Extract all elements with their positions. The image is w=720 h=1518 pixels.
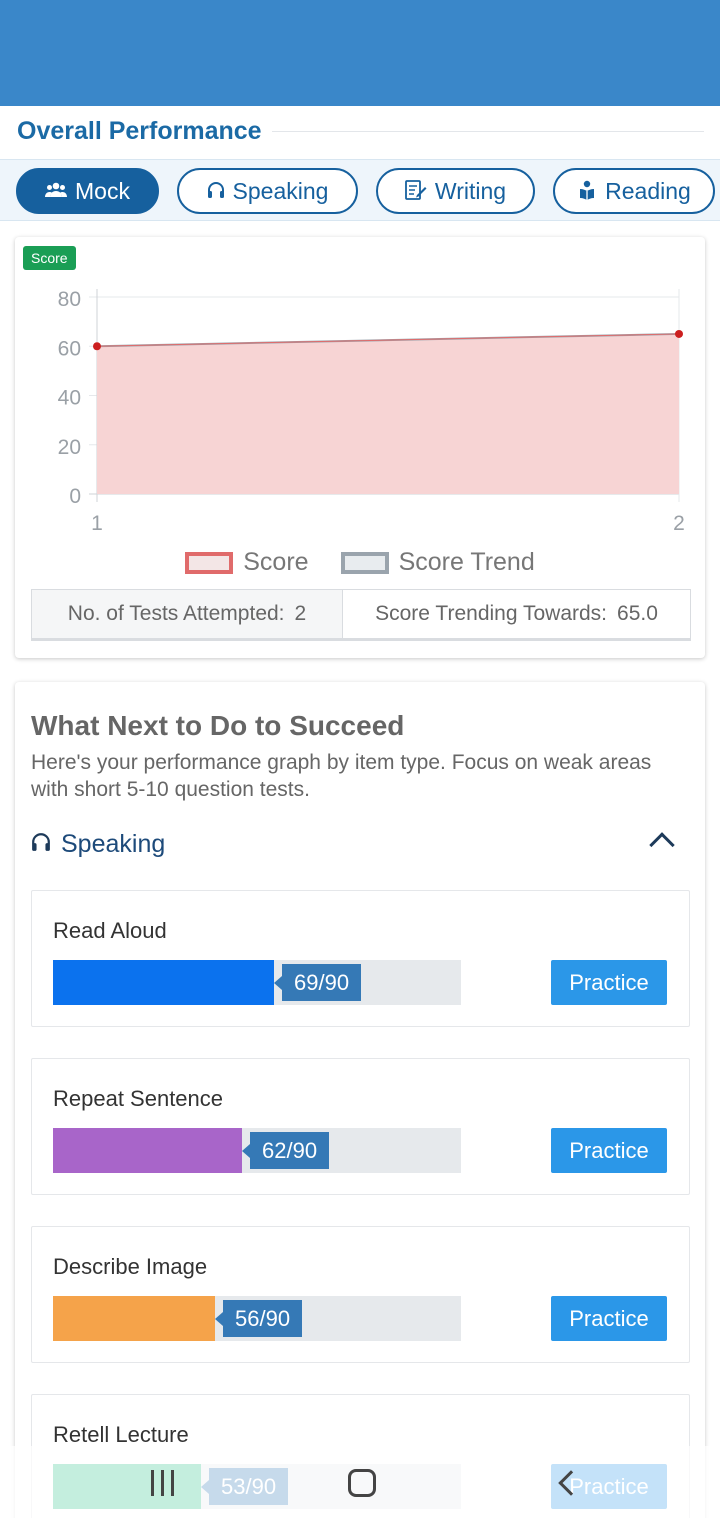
chevron-up-icon[interactable] (649, 832, 675, 858)
tab-mock-label: Mock (75, 177, 130, 204)
what-next-title: What Next to Do to Succeed (31, 710, 405, 741)
item-card-repeat-sentence: Repeat Sentence 62/90 Practice (31, 1058, 690, 1195)
score-bar-fill (53, 960, 274, 1005)
practice-button[interactable]: Practice (551, 1296, 667, 1341)
score-value: 69/90 (273, 964, 362, 1001)
y-tick-label: 40 (58, 387, 81, 410)
item-label: Retell Lecture (53, 1422, 189, 1447)
item-label: Describe Image (53, 1254, 208, 1279)
score-bar-fill (53, 1296, 215, 1341)
score-value: 56/90 (214, 1300, 303, 1337)
category-tabs: Mock Speaking Writing Reading (0, 159, 720, 221)
score-trend-value: 65.0 (617, 602, 658, 625)
score-badge: Score (23, 246, 76, 270)
score-trend-label: Score Trending Towards: (375, 602, 608, 625)
headphones-icon (31, 830, 51, 859)
item-label: Repeat Sentence (53, 1086, 224, 1111)
tab-speaking[interactable]: Speaking (177, 168, 358, 214)
tests-attempted-label: No. of Tests Attempted: (67, 602, 285, 625)
system-nav-bar (0, 1446, 720, 1518)
score-value: 62/90 (241, 1132, 330, 1169)
score-area (97, 333, 679, 494)
recents-icon (150, 1470, 154, 1496)
tab-reading-label: Reading (605, 177, 691, 204)
item-card-describe-image: Describe Image 56/90 Practice (31, 1226, 690, 1363)
score-trend-stat: Score Trending Towards: 65.0 (343, 590, 690, 638)
chart-legend: Score Score Trend (15, 548, 705, 577)
reader-icon (577, 180, 597, 203)
legend-item-score-trend[interactable]: Score Trend (340, 548, 535, 577)
legend-item-score[interactable]: Score (185, 548, 309, 577)
home-button[interactable] (346, 1466, 378, 1500)
back-button[interactable] (552, 1466, 584, 1500)
x-tick-label: 2 (673, 512, 685, 535)
tests-attempted-value: 2 (294, 602, 307, 625)
score-bar-track: 62/90 (53, 1128, 461, 1173)
score-point (93, 342, 101, 351)
legend-swatch-score-trend (340, 551, 389, 574)
speaking-section-label: Speaking (61, 830, 166, 858)
plot-area: 0 20 40 60 80 (58, 288, 683, 508)
item-card-read-aloud: Read Aloud 69/90 Practice (31, 890, 690, 1027)
speaking-section-header[interactable]: Speaking (31, 830, 165, 859)
practice-button[interactable]: Practice (551, 960, 667, 1005)
edit-document-icon (405, 179, 427, 203)
tab-writing[interactable]: Writing (376, 168, 535, 214)
y-tick-label: 60 (58, 337, 81, 360)
practice-button[interactable]: Practice (551, 1128, 667, 1173)
item-label: Read Aloud (53, 918, 167, 943)
x-tick-label: 1 (91, 512, 103, 535)
home-icon (348, 1469, 376, 1497)
score-bar-track: 56/90 (53, 1296, 461, 1341)
y-tick-label: 20 (58, 436, 81, 459)
section-divider (272, 131, 704, 132)
users-icon (45, 182, 68, 201)
recents-button[interactable] (146, 1466, 178, 1500)
legend-swatch-score (185, 551, 234, 574)
legend-label-score: Score (243, 548, 309, 576)
score-bar-fill (53, 1128, 242, 1173)
score-bar-track: 69/90 (53, 960, 461, 1005)
score-chart: 0 20 40 60 80 1 2 (58, 288, 685, 535)
what-next-card: What Next to Do to Succeed Here's your p… (15, 682, 705, 1518)
tab-speaking-label: Speaking (232, 177, 329, 204)
section-title: Overall Performance (17, 117, 262, 145)
legend-label-score-trend: Score Trend (398, 548, 535, 576)
tab-writing-label: Writing (434, 177, 507, 204)
back-icon (558, 1470, 584, 1496)
what-next-description: Here's your performance graph by item ty… (31, 751, 652, 801)
tab-mock[interactable]: Mock (16, 168, 159, 214)
performance-chart-card: 0 20 40 60 80 1 2 Score Score Score Trend No. … (15, 237, 705, 658)
score-point (675, 329, 683, 338)
y-tick-label: 80 (58, 288, 81, 311)
headphones-icon (207, 181, 225, 202)
y-tick-label: 0 (69, 485, 81, 508)
app-header-bar (0, 0, 720, 106)
tab-reading[interactable]: Reading (553, 168, 715, 214)
chart-stats: No. of Tests Attempted: 2 Score Trending… (31, 589, 691, 641)
tests-attempted-stat: No. of Tests Attempted: 2 (32, 590, 343, 638)
